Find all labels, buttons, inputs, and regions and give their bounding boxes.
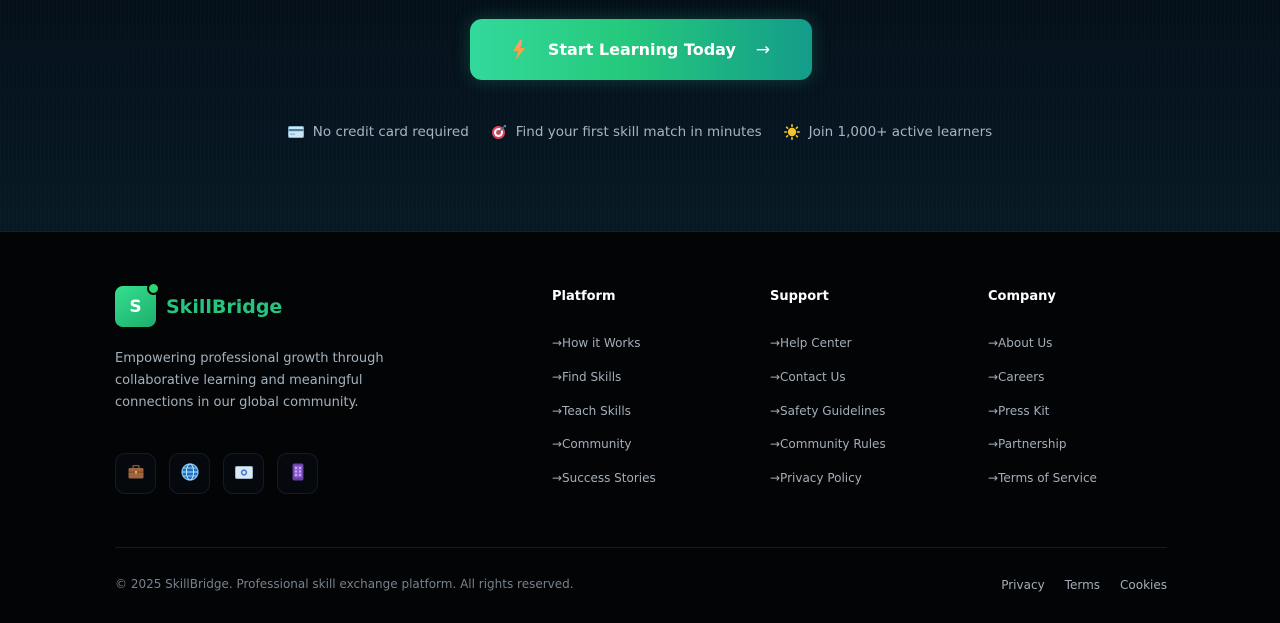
footer-link-terms-of-service[interactable]: →Terms of Service (988, 470, 1097, 504)
footer-column-platform: Platform →How it Works →Find Skills →Tea… (552, 289, 656, 504)
footer-brand[interactable]: S SkillBridge (115, 282, 283, 327)
footer-link-partnership[interactable]: →Partnership (988, 436, 1097, 470)
footer-divider (115, 547, 1167, 548)
social-email-button[interactable] (223, 453, 264, 494)
logo-status-dot (147, 282, 160, 295)
copyright-text: © 2025 SkillBridge. Professional skill e… (115, 577, 574, 591)
footer-link-about-us[interactable]: →About Us (988, 335, 1097, 369)
footer-link-careers[interactable]: →Careers (988, 369, 1097, 403)
column-title: Company (988, 289, 1056, 304)
brand-tagline: Empowering professional growth through c… (115, 351, 384, 410)
perk-skill-match: Find your first skill match in minutes (491, 124, 762, 140)
credit-card-icon (287, 124, 304, 140)
footer-link-how-it-works[interactable]: →How it Works (552, 335, 656, 369)
footer-link-help-center[interactable]: →Help Center (770, 335, 886, 369)
footer-link-teach-skills[interactable]: →Teach Skills (552, 403, 656, 437)
footer-link-find-skills[interactable]: →Find Skills (552, 369, 656, 403)
briefcase-icon (128, 464, 144, 483)
perk-no-credit-card: No credit card required (287, 124, 469, 140)
footer-link-privacy-policy[interactable]: →Privacy Policy (770, 470, 886, 504)
legal-link-privacy[interactable]: Privacy (1001, 578, 1044, 592)
lightning-icon (512, 39, 526, 60)
logo-letter: S (129, 296, 142, 317)
cta-section: Start Learning Today → No credit card re… (0, 0, 1280, 232)
footer-link-press-kit[interactable]: →Press Kit (988, 403, 1097, 437)
footer-column-support: Support →Help Center →Contact Us →Safety… (770, 289, 886, 504)
legal-links: Privacy Terms Cookies (1001, 578, 1167, 592)
social-phone-button[interactable] (277, 453, 318, 494)
target-icon (491, 124, 507, 140)
brand-name: SkillBridge (166, 295, 283, 318)
logo: S (115, 282, 160, 327)
footer-column-company: Company →About Us →Careers →Press Kit →P… (988, 289, 1097, 504)
footer-link-contact-us[interactable]: →Contact Us (770, 369, 886, 403)
footer-link-community[interactable]: →Community (552, 436, 656, 470)
page: Start Learning Today → No credit card re… (0, 0, 1280, 623)
footer-link-success-stories[interactable]: →Success Stories (552, 470, 656, 504)
column-title: Platform (552, 289, 616, 304)
perk-text: Find your first skill match in minutes (515, 124, 762, 140)
mobile-phone-icon (292, 463, 304, 485)
legal-link-terms[interactable]: Terms (1065, 578, 1100, 592)
perk-active-learners: Join 1,000+ active learners (783, 124, 993, 140)
column-title: Support (770, 289, 829, 304)
footer-link-community-rules[interactable]: →Community Rules (770, 436, 886, 470)
social-links (115, 453, 318, 494)
footer: S SkillBridge Empowering professional gr… (0, 232, 1280, 623)
sparkle-icon (783, 124, 800, 140)
social-globe-button[interactable] (169, 453, 210, 494)
start-learning-label: Start Learning Today (547, 40, 736, 59)
email-icon (234, 464, 253, 483)
perk-text: No credit card required (312, 124, 469, 140)
legal-link-cookies[interactable]: Cookies (1120, 578, 1167, 592)
perks-row: No credit card required Find your first … (0, 124, 1280, 140)
globe-icon (180, 462, 199, 485)
start-learning-button[interactable]: Start Learning Today → (470, 19, 812, 80)
perk-text: Join 1,000+ active learners (808, 124, 993, 140)
footer-link-safety-guidelines[interactable]: →Safety Guidelines (770, 403, 886, 437)
arrow-right-icon: → (755, 39, 771, 60)
social-briefcase-button[interactable] (115, 453, 156, 494)
